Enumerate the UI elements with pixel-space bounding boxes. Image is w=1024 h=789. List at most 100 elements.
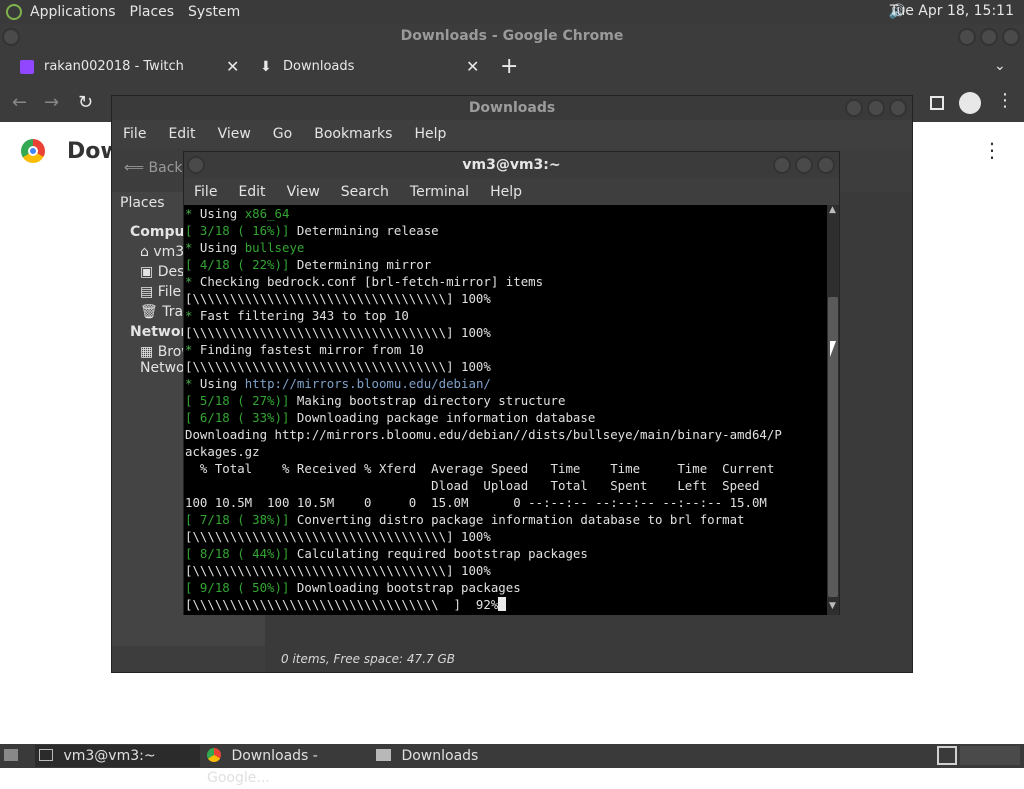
taskbar-item-chrome[interactable]: Downloads - Google... xyxy=(205,745,370,786)
twitch-icon xyxy=(20,60,34,74)
fm-minimize-icon[interactable] xyxy=(845,99,863,117)
tab-twitch[interactable]: rakan002018 - Twitch ✕ xyxy=(8,54,248,86)
terminal-text: bullseye xyxy=(244,240,305,255)
chrome-tab-strip: rakan002018 - Twitch ✕ ⬇ Downloads ✕ + ⌄ xyxy=(0,50,1024,86)
terminal-icon xyxy=(39,749,53,761)
back-icon[interactable]: ← xyxy=(12,92,27,113)
chrome-close-icon[interactable] xyxy=(1002,28,1020,46)
taskbar-item-downloads[interactable]: Downloads xyxy=(374,745,539,767)
sidebar-item-home[interactable]: ⌂ vm3 xyxy=(140,244,184,260)
terminal-text: [\\\\\\\\\\\\\\\\\\\\\\\\\\\\\\\\\\] 100… xyxy=(185,529,491,544)
clock[interactable]: Tue Apr 18, 15:11 xyxy=(890,3,1014,19)
terminal-text: [\\\\\\\\\\\\\\\\\\\\\\\\\\\\\\\\\\] 100… xyxy=(185,291,491,306)
chrome-maximize-icon[interactable] xyxy=(980,28,998,46)
workspace-switcher-2[interactable] xyxy=(960,746,1020,765)
chrome-minimize-icon[interactable] xyxy=(958,28,976,46)
fm-window-title: Downloads xyxy=(468,100,556,116)
places-dropdown[interactable]: Places xyxy=(120,195,165,211)
scroll-down-icon[interactable]: ▼ xyxy=(829,601,836,611)
terminal-text: * xyxy=(185,206,200,221)
fm-menu-go[interactable]: Go xyxy=(273,126,292,142)
terminal-output[interactable]: * Using x86_64[ 3/18 ( 16%)] Determining… xyxy=(184,205,827,615)
terminal-title-bar[interactable]: vm3@vm3:~ xyxy=(184,152,839,178)
terminal-line: [\\\\\\\\\\\\\\\\\\\\\\\\\\\\\\\\\\] 100… xyxy=(185,290,827,307)
menu-system[interactable]: System xyxy=(188,4,240,20)
back-button[interactable]: ⟸ Back xyxy=(124,160,183,176)
taskbar: vm3@vm3:~ Downloads - Google... Download… xyxy=(0,744,1024,786)
reload-icon[interactable]: ↻ xyxy=(78,92,93,113)
chrome-title-bar[interactable]: Downloads - Google Chrome xyxy=(0,24,1024,50)
os-logo-icon[interactable] xyxy=(6,4,22,20)
terminal-text: Making bootstrap directory structure xyxy=(289,393,566,408)
terminal-text: [\\\\\\\\\\\\\\\\\\\\\\\\\\\\\\\\\\] 100… xyxy=(185,359,491,374)
terminal-line: 100 10.5M 100 10.5M 0 0 15.0M 0 --:--:--… xyxy=(185,494,827,511)
chrome-icon xyxy=(207,748,221,762)
terminal-text: Using xyxy=(199,240,245,255)
terminal-text: Fast filtering 343 to top 10 xyxy=(199,308,409,323)
workspace-switcher[interactable] xyxy=(937,746,957,765)
terminal-scrollbar[interactable]: ▲ ▼ xyxy=(827,205,839,615)
profile-avatar[interactable] xyxy=(959,92,981,114)
drive-icon: ▤ xyxy=(140,284,154,300)
terminal-text: [\\\\\\\\\\\\\\\\\\\\\\\\\\\\\\\\\ ] 92% xyxy=(185,597,499,612)
term-menu-search[interactable]: Search xyxy=(341,184,389,200)
page-more-icon[interactable]: ⋮ xyxy=(982,138,1002,162)
menu-applications[interactable]: Applications xyxy=(30,4,116,20)
taskbar-item-label: Downloads xyxy=(401,748,479,764)
terminal-menubar: File Edit View Search Terminal Help xyxy=(184,178,839,205)
terminal-line: * Using http://mirrors.bloomu.edu/debian… xyxy=(185,375,827,392)
fm-menu-edit[interactable]: Edit xyxy=(168,126,195,142)
fm-maximize-icon[interactable] xyxy=(867,99,885,117)
side-panel-icon[interactable] xyxy=(930,96,944,110)
terminal-text: [ 6/18 ( 33%)] xyxy=(185,410,290,425)
terminal-close-icon[interactable] xyxy=(817,156,835,174)
terminal-text: [ 9/18 ( 50%)] xyxy=(185,580,290,595)
forward-icon[interactable]: → xyxy=(44,92,59,113)
taskbar-item-terminal[interactable]: vm3@vm3:~ xyxy=(35,745,200,767)
tab-label: Downloads xyxy=(283,59,355,74)
term-menu-edit[interactable]: Edit xyxy=(238,184,265,200)
terminal-text: % Total % Received % Xferd Average Speed… xyxy=(185,461,775,476)
terminal-window: vm3@vm3:~ File Edit View Search Terminal… xyxy=(183,151,840,615)
terminal-text: [\\\\\\\\\\\\\\\\\\\\\\\\\\\\\\\\\\] 100… xyxy=(185,325,491,340)
terminal-text: Determining release xyxy=(289,223,439,238)
show-desktop-icon[interactable] xyxy=(4,749,18,761)
fm-menu-bookmarks[interactable]: Bookmarks xyxy=(314,126,392,142)
terminal-maximize-icon[interactable] xyxy=(795,156,813,174)
fm-title-bar[interactable]: Downloads xyxy=(112,96,912,120)
terminal-text: * xyxy=(185,376,200,391)
terminal-window-menu-icon[interactable] xyxy=(187,156,205,174)
chrome-menu-icon[interactable]: ⋮ xyxy=(996,90,1014,111)
mouse-pointer-icon xyxy=(830,341,836,357)
terminal-line: [ 9/18 ( 50%)] Downloading bootstrap pac… xyxy=(185,579,827,596)
terminal-text: [ 4/18 ( 22%)] xyxy=(185,257,290,272)
fm-close-icon[interactable] xyxy=(889,99,907,117)
tab-downloads[interactable]: ⬇ Downloads ✕ xyxy=(248,54,488,86)
menu-places[interactable]: Places xyxy=(130,4,175,20)
fm-menu-view[interactable]: View xyxy=(218,126,251,142)
terminal-line: * Finding fastest mirror from 10 xyxy=(185,341,827,358)
close-icon[interactable]: ✕ xyxy=(226,54,239,80)
close-icon[interactable]: ✕ xyxy=(466,54,479,80)
terminal-line: [\\\\\\\\\\\\\\\\\\\\\\\\\\\\\\\\\\] 100… xyxy=(185,358,827,375)
fm-menu-help[interactable]: Help xyxy=(414,126,446,142)
terminal-line: [\\\\\\\\\\\\\\\\\\\\\\\\\\\\\\\\\\] 100… xyxy=(185,528,827,545)
terminal-text: Downloading bootstrap packages xyxy=(289,580,521,595)
taskbar-item-label: Downloads - Google... xyxy=(207,748,318,786)
terminal-text: x86_64 xyxy=(244,206,290,221)
tab-label: rakan002018 - Twitch xyxy=(44,59,184,74)
chrome-logo-center xyxy=(28,146,38,156)
fm-menu-file[interactable]: File xyxy=(123,126,146,142)
term-menu-help[interactable]: Help xyxy=(490,184,522,200)
terminal-text: Converting distro package information da… xyxy=(289,512,745,527)
new-tab-icon[interactable]: + xyxy=(500,56,518,78)
chrome-window-menu-icon[interactable] xyxy=(2,28,20,46)
terminal-line: * Fast filtering 343 to top 10 xyxy=(185,307,827,324)
terminal-minimize-icon[interactable] xyxy=(773,156,791,174)
terminal-text: * xyxy=(185,240,200,255)
term-menu-view[interactable]: View xyxy=(287,184,320,200)
term-menu-file[interactable]: File xyxy=(194,184,217,200)
term-menu-terminal[interactable]: Terminal xyxy=(410,184,469,200)
chevron-down-icon[interactable]: ⌄ xyxy=(994,58,1006,74)
scroll-up-icon[interactable]: ▲ xyxy=(829,205,836,215)
